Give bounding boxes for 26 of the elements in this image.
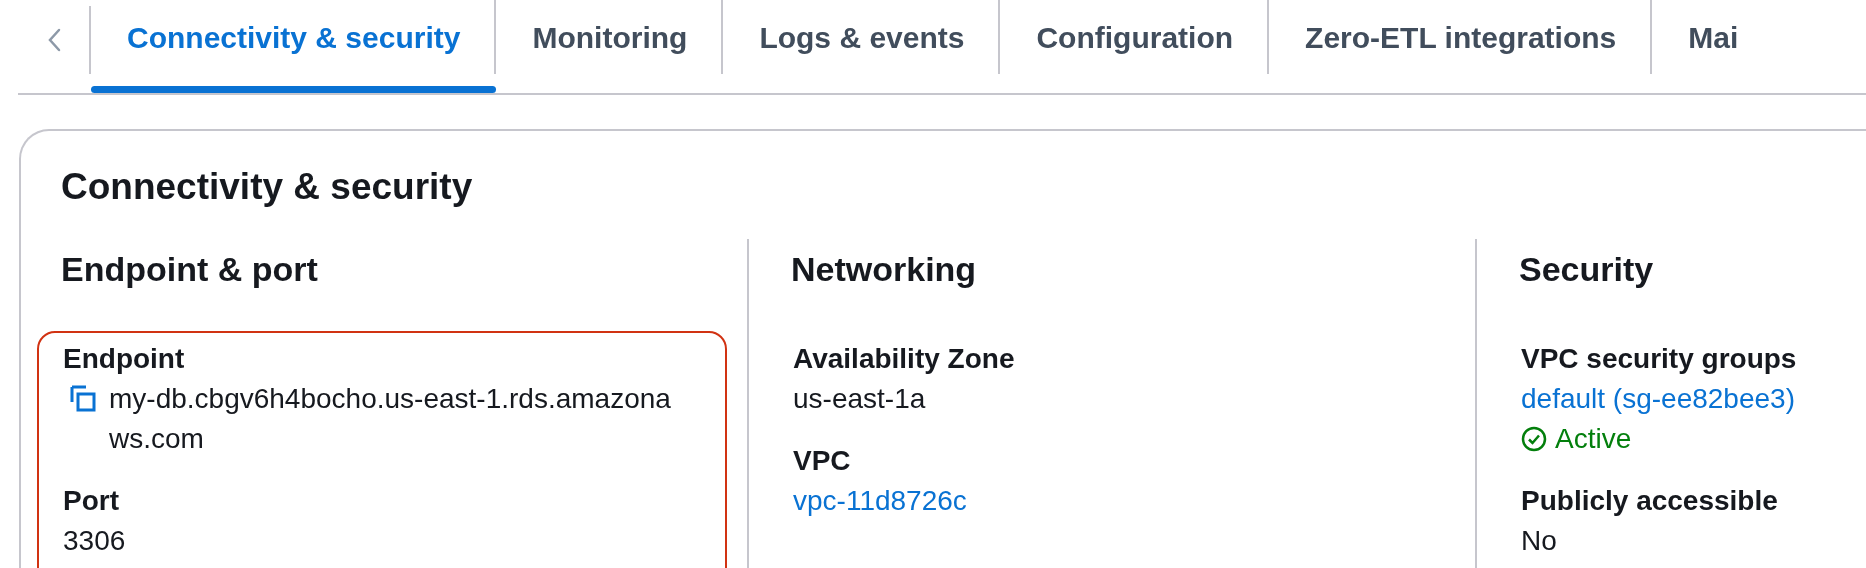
copy-icon[interactable] bbox=[69, 385, 97, 413]
tab[interactable]: Zero-ETL integrations bbox=[1269, 0, 1653, 93]
section-heading: Networking bbox=[791, 249, 978, 290]
field-label: VPC bbox=[793, 444, 852, 478]
tab[interactable]: Monitoring bbox=[496, 0, 724, 93]
field-label: Port bbox=[63, 484, 120, 518]
field-label: Availability Zone bbox=[793, 342, 1016, 376]
tab[interactable]: Logs & events bbox=[723, 0, 1001, 93]
field-label: Endpoint bbox=[63, 342, 186, 376]
field-value: us-east-1a bbox=[793, 382, 927, 416]
check-circle-icon bbox=[1521, 426, 1547, 452]
tab[interactable]: Connectivity & security bbox=[91, 0, 497, 93]
endpoint-value: my-db.cbgv6h4bocho.us-east-1.rds.amazonaws.com bbox=[109, 382, 672, 456]
field-value: 3306 bbox=[63, 524, 127, 558]
section-heading: Security bbox=[1519, 249, 1655, 290]
link[interactable]: default (sg-ee82bee3) bbox=[1521, 379, 1866, 419]
tab[interactable]: Mai bbox=[1652, 0, 1775, 93]
link[interactable]: vpc-11d8726c bbox=[793, 481, 1433, 521]
status-text: Active bbox=[1555, 422, 1632, 456]
field-label: Publicly accessible bbox=[1521, 484, 1779, 518]
section-heading: Endpoint & port bbox=[61, 249, 319, 290]
tab[interactable]: Configuration bbox=[1000, 0, 1270, 93]
field-value: No bbox=[1521, 524, 1558, 558]
chevron-left-icon bbox=[46, 28, 61, 52]
field-label: VPC security groups bbox=[1521, 342, 1798, 376]
panel-title: Connectivity & security bbox=[61, 165, 474, 209]
